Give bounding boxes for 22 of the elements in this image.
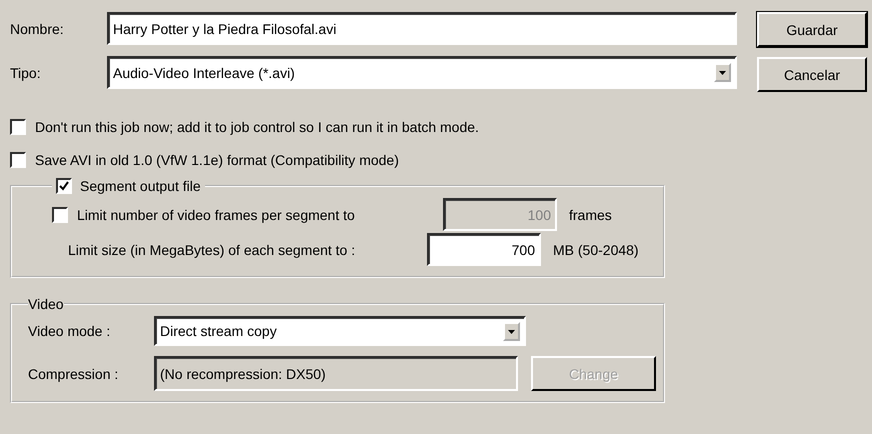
- dialog-button[interactable]: Guardar: [757, 12, 867, 47]
- compression-field: (No recompression: DX50): [154, 356, 518, 391]
- unit-label: frames: [569, 206, 612, 222]
- field-label: Limit size (in MegaBytes) of each segment to :: [67, 242, 356, 258]
- checkbox[interactable]: [56, 178, 72, 194]
- dialog-button[interactable]: Cancelar: [757, 57, 867, 92]
- option-label: Limit number of video frames per segment to: [77, 206, 356, 222]
- size-field[interactable]: 700: [427, 233, 541, 266]
- field-label: Video mode :: [28, 323, 112, 339]
- field-label: Nombre:: [10, 20, 65, 36]
- checkbox[interactable]: [10, 152, 26, 168]
- field-label: Compression :: [28, 366, 120, 382]
- video-mode-dropdown[interactable]: Direct stream copy: [154, 316, 526, 346]
- option-label: Segment output file: [80, 178, 201, 194]
- file-type-dropdown[interactable]: Audio-Video Interleave (*.avi): [107, 56, 737, 89]
- file-name-field[interactable]: Harry Potter y la Piedra Filosofal.avi: [107, 12, 737, 45]
- checkbox[interactable]: [10, 118, 26, 134]
- option-label: Don't run this job now; add it to job control so I can run it in batch mode.: [35, 118, 479, 134]
- unit-label: MB (50-2048): [553, 242, 639, 258]
- option-label: Save AVI in old 1.0 (VfW 1.1e) format (Compatibility mode): [35, 152, 399, 168]
- field-label: Tipo:: [10, 64, 42, 80]
- group-title: Video: [28, 296, 64, 312]
